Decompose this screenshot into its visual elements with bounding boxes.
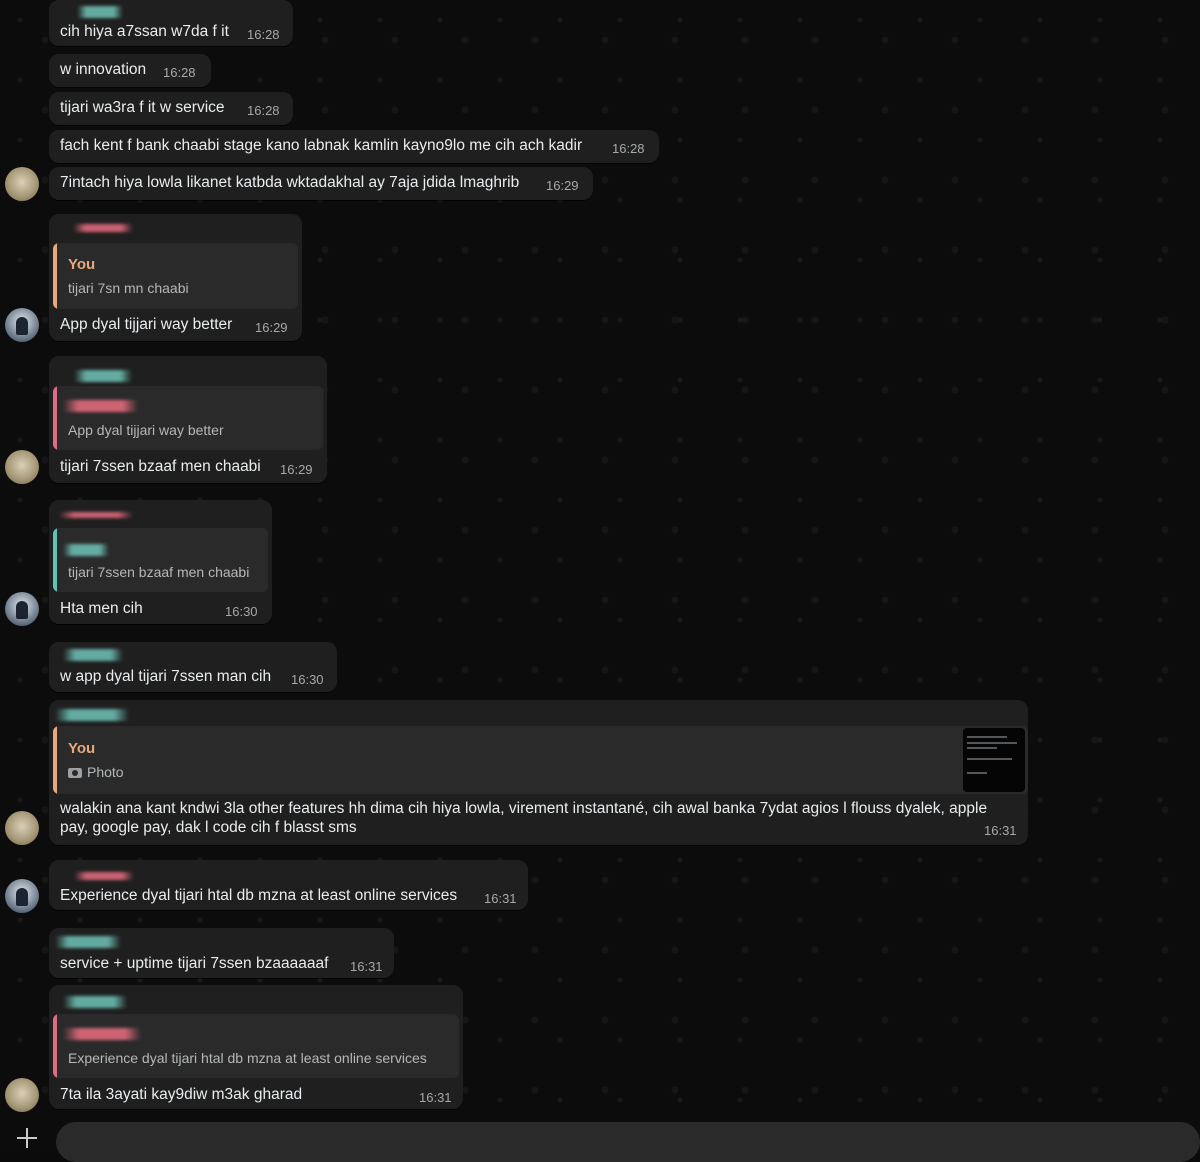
message-time: 16:31 [350,959,383,974]
quote-author: You [68,740,96,757]
message-input[interactable] [56,1122,1200,1162]
message-bubble[interactable]: Experience dyal tijari htal db mzna at l… [49,860,528,910]
message-time: 16:30 [225,604,258,619]
message-time: 16:31 [419,1090,452,1105]
quote-author-blurred [63,544,109,556]
message-bubble[interactable]: cih hiya a7ssan w7da f it 16:28 [49,0,293,46]
message-time: 16:28 [612,141,645,156]
quote-text: App dyal tijjari way better [68,422,224,438]
sender-name-blurred [73,224,133,232]
quote-text: tijari 7sn mn chaabi [68,280,189,296]
sender-name-blurred [55,709,129,721]
message-time: 16:29 [546,178,579,193]
message-text: cih hiya a7ssan w7da f it [60,23,229,40]
message-text: tijari wa3ra f it w service [60,99,225,116]
sender-name-blurred [63,649,123,661]
message-text-line-1: walakin ana kant kndwi 3la other feature… [60,800,988,817]
message-bubble[interactable]: You Photo walakin ana kant kndwi 3la oth… [49,700,1028,845]
avatar[interactable] [5,308,39,342]
quote-text: tijari 7ssen bzaaf men chaabi [68,564,250,580]
message-text: Hta men cih [60,600,143,617]
message-bubble[interactable]: w innovation 16:28 [49,54,211,87]
camera-icon [68,768,82,778]
photo-thumbnail[interactable] [963,728,1025,792]
avatar[interactable] [5,450,39,484]
quoted-message[interactable]: You tijari 7sn mn chaabi [53,243,298,309]
quoted-message[interactable]: You Photo [53,726,1028,794]
message-text: w app dyal tijari 7ssen man cih [60,668,272,685]
quote-bar [53,243,57,309]
message-time: 16:31 [484,891,517,906]
message-text: Experience dyal tijari htal db mzna at l… [60,887,458,904]
message-text: App dyal tijjari way better [60,316,233,333]
quote-bar [53,528,57,592]
sender-name-blurred [74,872,134,880]
message-text: w innovation [60,61,147,78]
sender-name-blurred [77,6,123,18]
message-text: 7intach hiya lowla likanet katbda wktada… [60,174,520,191]
sender-name-blurred [74,370,132,382]
message-time: 16:28 [247,27,280,42]
sender-name-blurred [59,512,133,518]
message-bubble[interactable]: fach kent f bank chaabi stage kano labna… [49,130,659,163]
quote-bar [53,726,57,794]
quoted-message[interactable]: tijari 7ssen bzaaf men chaabi [53,528,268,592]
sender-name-blurred [55,936,121,948]
message-bubble[interactable]: service + uptime tijari 7ssen bzaaaaaaf … [49,928,394,978]
message-text: tijari 7ssen bzaaf men chaabi [60,458,261,475]
message-bubble[interactable]: You tijari 7sn mn chaabi App dyal tijjar… [49,214,302,341]
avatar[interactable] [5,1078,39,1112]
plus-icon[interactable] [14,1124,40,1148]
quote-author: You [68,256,96,273]
quote-text: Photo [68,764,124,780]
message-time: 16:29 [255,320,288,335]
message-bubble[interactable]: tijari wa3ra f it w service 16:28 [49,92,293,125]
avatar[interactable] [5,592,39,626]
message-time: 16:28 [163,65,196,80]
message-time: 16:28 [247,103,280,118]
quote-text-photo: Photo [87,764,124,780]
message-time: 16:29 [280,462,313,477]
message-text: fach kent f bank chaabi stage kano labna… [60,137,583,154]
message-text: service + uptime tijari 7ssen bzaaaaaaf [60,955,329,972]
quote-author-blurred [63,400,138,412]
message-bubble[interactable]: 7intach hiya lowla likanet katbda wktada… [49,167,593,200]
avatar[interactable] [5,811,39,845]
message-bubble[interactable]: w app dyal tijari 7ssen man cih 16:30 [49,642,337,692]
quoted-message[interactable]: App dyal tijjari way better [53,386,323,450]
sender-name-blurred [63,996,127,1008]
message-time: 16:31 [984,823,1017,838]
message-text: 7ta ila 3ayati kay9diw m3ak gharad [60,1086,303,1103]
message-bubble[interactable]: Experience dyal tijari htal db mzna at l… [49,985,463,1109]
quote-bar [53,386,57,450]
message-time: 16:30 [291,672,324,687]
message-bubble[interactable]: tijari 7ssen bzaaf men chaabi Hta men ci… [49,500,272,624]
quote-bar [53,1014,57,1078]
message-text-line-2: pay, google pay, dak l code cih f blasst… [60,819,357,836]
quoted-message[interactable]: Experience dyal tijari htal db mzna at l… [53,1014,459,1078]
message-bubble[interactable]: App dyal tijjari way better tijari 7ssen… [49,356,327,483]
avatar[interactable] [5,879,39,913]
avatar[interactable] [5,167,39,201]
quote-text: Experience dyal tijari htal db mzna at l… [68,1050,427,1066]
quote-author-blurred [63,1028,141,1040]
